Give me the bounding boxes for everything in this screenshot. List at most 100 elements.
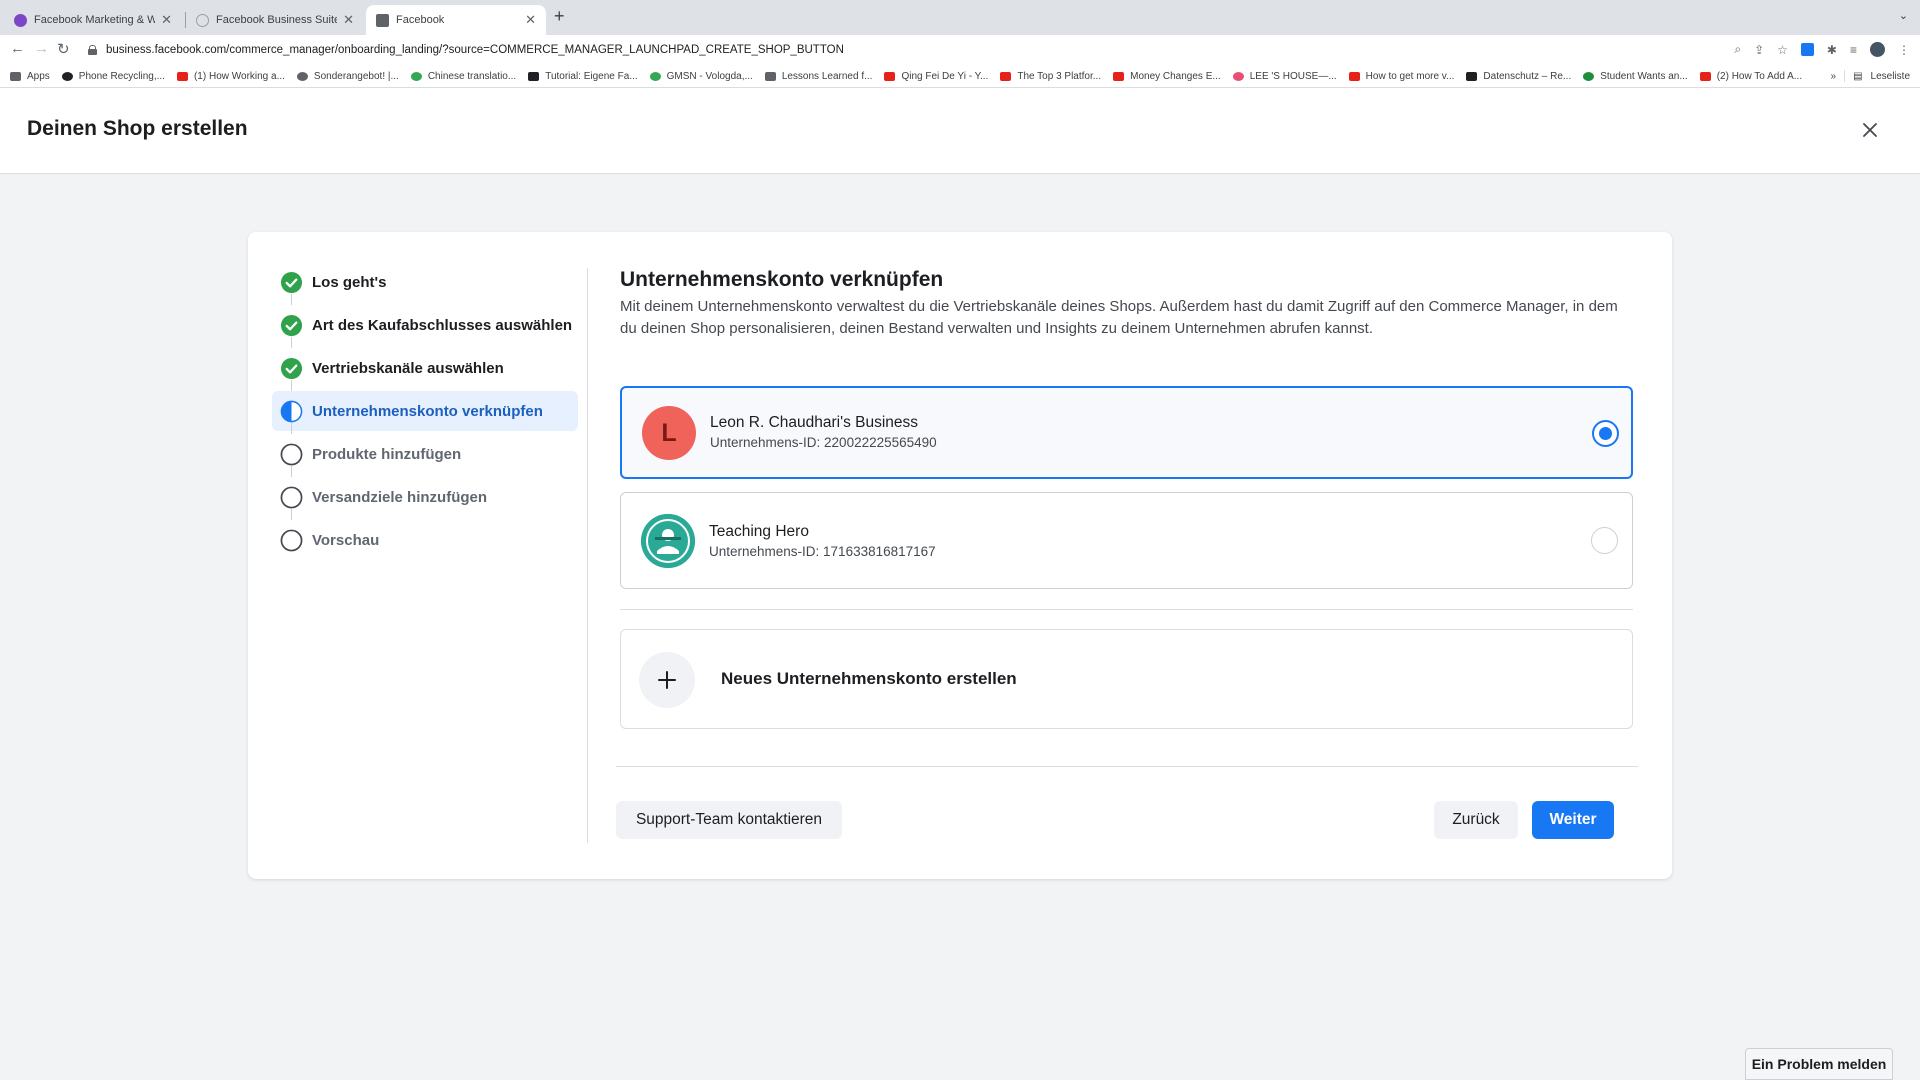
bookmark-label: Apps [27,71,50,82]
toolbar-icons: ⌕ ⇪ ☆ ✱ ≡ ⋮ [1734,42,1910,57]
tab-favicon-icon [14,13,27,27]
step-item-versandziele[interactable]: Versandziele hinzufügen [272,477,592,520]
forward-arrow-icon[interactable]: → [34,40,49,57]
bookmark-item[interactable]: Chinese translatio... [410,71,517,82]
tab-close-icon[interactable]: ✕ [161,12,172,28]
tab-title: Facebook Marketing & Werbe [34,14,156,26]
step-label: Vertriebskanäle auswählen [312,359,504,377]
step-connector [291,466,292,477]
section-title: Unternehmenskonto verknüpfen [620,268,944,291]
step-item-vertriebskanaele[interactable]: Vertriebskanäle auswählen [272,348,592,391]
bookmark-item[interactable]: Phone Recycling,... [61,71,165,82]
step-item-kaufabschluss[interactable]: Art des Kaufabschlusses auswählen [272,305,592,348]
account-option[interactable]: L Leon R. Chaudhari's Business Unternehm… [620,386,1633,479]
apps-grid-icon [10,72,21,81]
url-text: business.facebook.com/commerce_manager/o… [106,44,844,56]
step-item-vorschau[interactable]: Vorschau [272,520,592,560]
share-icon[interactable]: ⇪ [1754,43,1764,57]
bookmark-item[interactable]: GMSN - Vologda,... [649,71,753,82]
bookmark-label: Qing Fei De Yi - Y... [901,71,989,82]
bookmark-icon [296,72,308,81]
main-content: Unternehmenskonto verknüpfen Mit deinem … [616,268,1638,839]
youtube-icon [884,72,896,81]
bookmark-label: Chinese translatio... [427,71,517,82]
facebook-extension-icon[interactable] [1800,43,1814,56]
bookmark-item[interactable]: Sonderangebot! |... [296,71,399,82]
step-item-los-gehts[interactable]: Los geht's [272,262,592,305]
step-label: Art des Kaufabschlusses auswählen [312,316,573,334]
step-connector [291,294,292,305]
bookmark-item[interactable]: Money Changes E... [1113,71,1221,82]
step-item-unternehmenskonto[interactable]: Unternehmenskonto verknüpfen [272,391,578,434]
browser-tab[interactable]: Facebook Business Suite ✕ [186,5,364,35]
bookmark-label: Datenschutz – Re... [1483,71,1572,82]
browser-tab-active[interactable]: Facebook ✕ [366,5,546,35]
menu-dots-icon[interactable]: ⋮ [1898,43,1910,57]
youtube-icon [1000,72,1012,81]
account-radio[interactable] [1591,527,1618,554]
bookmark-label: GMSN - Vologda,... [666,71,753,82]
lock-icon [88,45,97,55]
avatar: L [642,406,696,460]
bookmark-item[interactable]: Datenschutz – Re... [1466,71,1571,82]
account-id: Unternehmens-ID: 220022225565490 [710,435,937,450]
bookmark-label: Student Wants an... [1600,71,1688,82]
airbnb-icon [1232,72,1244,81]
report-problem-button[interactable]: Ein Problem melden [1745,1048,1893,1080]
reload-icon[interactable]: ↻ [57,40,70,58]
reading-list-link[interactable]: Leseliste [1871,71,1910,82]
divider [620,609,1633,610]
bookmark-icon [1583,72,1595,81]
star-icon[interactable]: ☆ [1777,43,1788,57]
account-radio-selected[interactable] [1592,420,1619,447]
profile-avatar[interactable] [1870,42,1885,57]
tab-favicon-icon [376,13,389,27]
divider [1844,70,1846,82]
divider [616,766,1638,767]
youtube-icon [1113,72,1125,81]
new-tab-icon[interactable]: + [554,6,565,27]
bookmark-icon [764,72,776,81]
bookmark-icon [649,72,661,81]
back-button[interactable]: Zurück [1434,801,1518,839]
bookmark-item[interactable]: (1) How Working a... [176,71,285,82]
account-option[interactable]: Teaching Hero Unternehmens-ID: 171633816… [620,492,1633,589]
column-divider [587,268,588,843]
tab-close-icon[interactable]: ✕ [343,12,354,28]
bookmark-icon [410,72,422,81]
bookmark-item[interactable]: How to get more v... [1348,71,1454,82]
hashtag-icon [528,72,540,81]
account-id: Unternehmens-ID: 171633816817167 [709,544,936,559]
check-circle-icon [280,314,303,336]
bookmark-item[interactable]: LEE 'S HOUSE—... [1232,71,1337,82]
create-account-option[interactable]: Neues Unternehmenskonto erstellen [620,629,1633,729]
avatar [641,514,695,568]
bookmark-item[interactable]: The Top 3 Platfor... [1000,71,1101,82]
bookmark-item[interactable]: Qing Fei De Yi - Y... [884,71,988,82]
zoom-icon[interactable]: ⌕ [1734,42,1741,57]
bookmark-item[interactable]: Apps [10,71,50,82]
check-circle-icon [280,357,303,379]
bookmark-icon [1466,72,1478,81]
extensions-icon[interactable]: ✱ [1827,43,1837,57]
reading-list-icon[interactable]: ≡ [1850,43,1857,57]
tab-close-icon[interactable]: ✕ [525,12,536,28]
bookmark-label: (1) How Working a... [193,71,285,82]
bookmark-item[interactable]: (2) How To Add A... [1699,71,1803,82]
step-label: Versandziele hinzufügen [312,488,488,506]
check-circle-icon [280,271,303,293]
bookmark-item[interactable]: Tutorial: Eigene Fa... [528,71,638,82]
bookmark-label: (2) How To Add A... [1716,71,1803,82]
close-icon[interactable] [1858,118,1882,142]
address-bar[interactable]: business.facebook.com/commerce_manager/o… [88,38,1788,62]
browser-tab[interactable]: Facebook Marketing & Werbe ✕ [4,5,182,35]
back-arrow-icon[interactable]: ← [10,40,25,57]
next-button[interactable]: Weiter [1532,801,1614,839]
bookmark-item[interactable]: Lessons Learned f... [764,71,872,82]
step-item-produkte[interactable]: Produkte hinzufügen [272,434,592,477]
plus-glyph [658,671,676,689]
support-button[interactable]: Support-Team kontaktieren [616,801,842,839]
bookmark-item[interactable]: Student Wants an... [1583,71,1688,82]
tab-search-icon[interactable]: ⌄ [1899,9,1908,22]
more-bookmarks-icon[interactable]: » [1831,71,1837,82]
